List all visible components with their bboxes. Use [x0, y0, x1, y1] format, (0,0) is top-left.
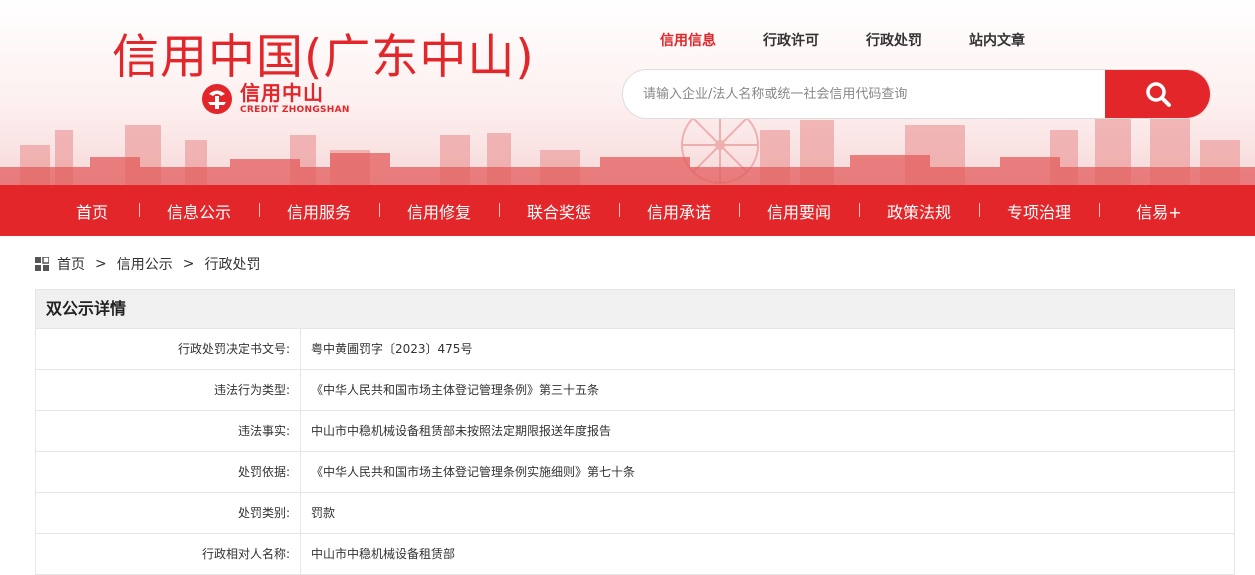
- breadcrumb-credit-disclosure[interactable]: 信用公示: [117, 254, 173, 274]
- top-nav-admin-license[interactable]: 行政许可: [763, 30, 819, 50]
- nav-special-governance[interactable]: 专项治理: [979, 199, 1099, 223]
- top-nav-admin-penalty[interactable]: 行政处罚: [866, 30, 922, 50]
- search-input[interactable]: [623, 70, 1105, 118]
- breadcrumb-separator: >: [182, 256, 195, 272]
- nav-credit-commitment[interactable]: 信用承诺: [619, 199, 739, 223]
- detail-label: 违法事实:: [36, 411, 301, 451]
- detail-row: 处罚类别: 罚款: [35, 493, 1235, 534]
- nav-joint-reward-punish[interactable]: 联合奖惩: [499, 199, 619, 223]
- search-bar: [622, 69, 1211, 119]
- detail-value: 《中华人民共和国市场主体登记管理条例实施细则》第七十条: [311, 465, 636, 479]
- detail-row: 违法事实: 中山市中稳机械设备租赁部未按照法定期限报送年度报告: [35, 411, 1235, 452]
- breadcrumb-admin-penalty: 行政处罚: [204, 257, 261, 273]
- breadcrumb: 首页 > 信用公示 > 行政处罚: [35, 254, 260, 274]
- logo[interactable]: 信用中山 CREDIT ZHONGSHAN: [200, 82, 350, 116]
- top-nav-site-articles[interactable]: 站内文章: [969, 30, 1025, 50]
- detail-value: 罚款: [311, 506, 336, 520]
- detail-value: 《中华人民共和国市场主体登记管理条例》第三十五条: [311, 383, 600, 397]
- nav-credit-repair[interactable]: 信用修复: [379, 199, 499, 223]
- logo-english-text: CREDIT ZHONGSHAN: [240, 105, 350, 115]
- detail-label: 处罚依据:: [36, 452, 301, 492]
- detail-panel: 双公示详情 行政处罚决定书文号: 粤中黄圃罚字〔2023〕475号 违法行为类型…: [35, 289, 1235, 575]
- nav-policy-regulations[interactable]: 政策法规: [859, 199, 979, 223]
- detail-row: 行政处罚决定书文号: 粤中黄圃罚字〔2023〕475号: [35, 329, 1235, 370]
- detail-row: 违法行为类型: 《中华人民共和国市场主体登记管理条例》第三十五条: [35, 370, 1235, 411]
- site-header: 信用中国(广东中山) 信用中山 CREDIT ZHONGSHAN 信用信息 行政…: [0, 0, 1255, 185]
- detail-value: 粤中黄圃罚字〔2023〕475号: [311, 342, 473, 356]
- nav-credit-service[interactable]: 信用服务: [259, 199, 379, 223]
- top-nav: 信用信息 行政许可 行政处罚 站内文章: [660, 30, 1072, 50]
- breadcrumb-home[interactable]: 首页: [57, 254, 85, 274]
- detail-label: 处罚类别:: [36, 493, 301, 533]
- top-nav-credit-info[interactable]: 信用信息: [660, 30, 716, 50]
- nav-credit-easy[interactable]: 信易+: [1099, 199, 1219, 223]
- nav-home[interactable]: 首页: [46, 199, 139, 223]
- detail-title: 双公示详情: [35, 289, 1235, 329]
- breadcrumb-separator: >: [95, 256, 107, 272]
- grid-icon: [35, 257, 49, 271]
- credit-zhongshan-logo-icon: [202, 84, 232, 114]
- logo-chinese-text: 信用中山: [240, 81, 324, 105]
- detail-label: 违法行为类型:: [36, 370, 301, 410]
- nav-credit-news[interactable]: 信用要闻: [739, 199, 859, 223]
- detail-value: 中山市中稳机械设备租赁部未按照法定期限报送年度报告: [311, 424, 612, 438]
- detail-label: 行政相对人名称:: [36, 534, 301, 574]
- detail-row: 处罚依据: 《中华人民共和国市场主体登记管理条例实施细则》第七十条: [35, 452, 1235, 493]
- main-nav: 首页 信息公示 信用服务 信用修复 联合奖惩 信用承诺 信用要闻 政策法规 专项…: [0, 185, 1255, 236]
- search-button[interactable]: [1105, 70, 1210, 118]
- search-icon: [1145, 82, 1171, 107]
- nav-info-disclosure[interactable]: 信息公示: [139, 199, 259, 223]
- detail-label: 行政处罚决定书文号:: [36, 329, 301, 369]
- site-title: 信用中国(广东中山): [112, 30, 535, 85]
- detail-value: 中山市中稳机械设备租赁部: [311, 547, 456, 561]
